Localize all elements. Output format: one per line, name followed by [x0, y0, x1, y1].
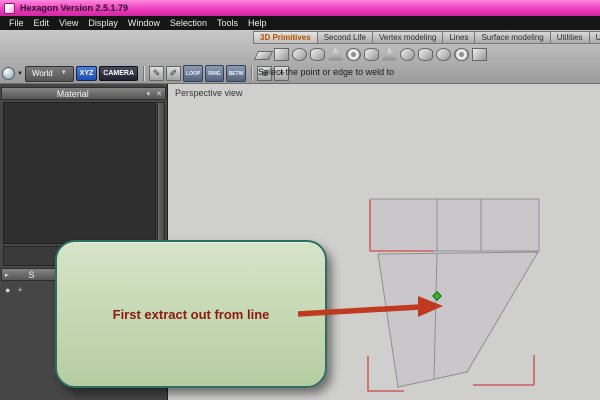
window-title: Hexagon Version 2.5.1.79: [20, 3, 129, 13]
disc-icon[interactable]: [436, 47, 451, 61]
capsule-icon[interactable]: [418, 47, 433, 61]
material-panel-title: Material: [56, 88, 89, 99]
menu-item-tools[interactable]: Tools: [212, 17, 243, 29]
menu-item-window[interactable]: Window: [123, 17, 165, 29]
cylinder-icon[interactable]: [310, 47, 325, 61]
primitives-row: [253, 46, 487, 62]
sphere-icon[interactable]: [292, 47, 307, 61]
selection-mode-loop-button[interactable]: LOOP: [183, 65, 204, 82]
pencil-tool-icon[interactable]: ✎: [149, 66, 165, 81]
menu-item-file[interactable]: File: [4, 17, 29, 29]
tab-row: 3D Primitives Second Life Vertex modeling L…: [253, 31, 600, 44]
mesh-bottom-face[interactable]: [377, 251, 539, 388]
selection-mode-ring-button[interactable]: RING: [205, 65, 224, 82]
add-icon[interactable]: +: [17, 285, 22, 295]
annotation-callout: First extract out from line: [55, 240, 327, 388]
material-scrollbar[interactable]: [157, 102, 165, 244]
pen-tool-icon[interactable]: ✐: [166, 66, 182, 81]
menu-item-display[interactable]: Display: [83, 17, 123, 29]
tab-utilities[interactable]: Utilities: [549, 31, 590, 44]
menu-item-view[interactable]: View: [54, 17, 83, 29]
material-preview-area: [3, 102, 156, 244]
world-selector[interactable]: World ▼: [24, 65, 74, 82]
close-icon[interactable]: ✕: [153, 90, 165, 98]
menu-item-help[interactable]: Help: [243, 17, 272, 29]
tab-lines[interactable]: Lines: [442, 31, 476, 44]
cube-icon[interactable]: [274, 47, 289, 61]
tube-icon[interactable]: [364, 47, 379, 61]
plane-icon[interactable]: [253, 50, 274, 60]
workspace-sphere-icon[interactable]: [2, 67, 15, 80]
world-selector-value: World: [31, 68, 53, 78]
material-panel-header: Material ▾ ✕: [1, 87, 166, 100]
visibility-icon[interactable]: ●: [5, 285, 10, 295]
menu-item-edit[interactable]: Edit: [29, 17, 55, 29]
chevron-down-icon[interactable]: ▼: [17, 71, 23, 77]
control-bar: ▼ World ▼ XYZ CAMERA ✎ ✐ LOOP RING BETW ⊕ ⌖: [2, 64, 290, 83]
camera-button[interactable]: CAMERA: [99, 66, 139, 81]
chevron-down-icon: ▼: [60, 70, 67, 76]
annotation-text: First extract out from line: [112, 306, 270, 322]
torus-icon[interactable]: [346, 47, 361, 61]
selection-mode-betw-button[interactable]: BETW: [225, 65, 247, 82]
menu-bar-items: File Edit View Display Window Selection Tools H…: [0, 16, 600, 30]
tool-icons-left: ✎ ✐: [149, 66, 182, 81]
app-icon: [4, 2, 15, 14]
toolbar-separator: [143, 66, 145, 81]
toolbar: 3D Primitives Second Life Vertex modeling L…: [0, 30, 600, 84]
scene-tools: ● +: [5, 285, 23, 295]
tab-3d-primitives[interactable]: 3D Primitives: [253, 31, 318, 44]
status-text: Select the point or edge to weld to: [258, 67, 395, 77]
collapse-icon[interactable]: ▾: [144, 90, 154, 98]
toolbar-separator: [251, 66, 253, 81]
tab-second-life[interactable]: Second Life: [316, 31, 373, 44]
geodesic-sphere-icon[interactable]: [400, 47, 415, 61]
mesh-top-face[interactable]: [369, 198, 540, 252]
tab-vertex-modeling[interactable]: Vertex modeling: [371, 31, 444, 44]
title-bar: Hexagon Version 2.5.1.79: [0, 0, 600, 16]
rounded-cube-icon[interactable]: [472, 47, 487, 61]
selection-mode-chips: LOOP RING BETW: [183, 65, 247, 82]
menu-item-selection[interactable]: Selection: [165, 17, 212, 29]
cone-icon[interactable]: [328, 47, 343, 61]
hexagon-window: Hexagon Version 2.5.1.79 File Edit View Dis…: [0, 0, 600, 400]
tab-surface-modeling[interactable]: Surface modeling: [474, 31, 551, 44]
pyramid-icon[interactable]: [382, 47, 397, 61]
tab-uv[interactable]: UV: [588, 31, 600, 44]
xyz-button[interactable]: XYZ: [75, 66, 98, 81]
ring-icon[interactable]: [454, 47, 469, 61]
